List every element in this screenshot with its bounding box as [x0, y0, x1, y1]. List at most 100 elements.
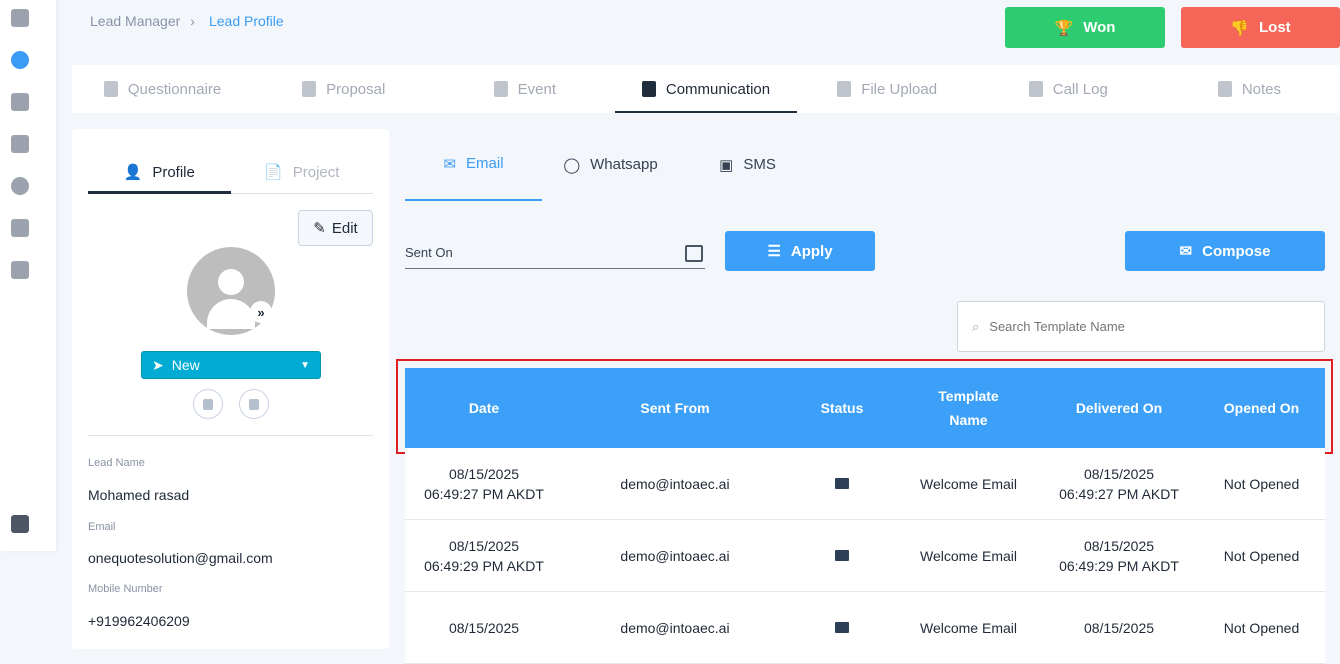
delete-button[interactable] [239, 389, 269, 419]
calendar-icon [493, 81, 508, 97]
search-icon: ⌕ [972, 318, 980, 334]
delivered-cell: 08/15/2025 06:49:29 PM AKDT [1040, 520, 1198, 591]
alarm-button[interactable] [193, 389, 223, 419]
envelope-icon: ✉ [443, 155, 457, 173]
search-input[interactable] [989, 319, 1290, 334]
tab-label: Project [292, 163, 340, 181]
clipboard-icon [641, 81, 656, 97]
monitor-icon[interactable] [11, 261, 29, 279]
tab-file-upload[interactable]: File Upload [797, 65, 978, 113]
table-row[interactable]: 08/15/2025 06:49:29 PM AKDT demo@intoaec.… [405, 520, 1325, 592]
clipboard-icon [302, 81, 317, 97]
tab-call-log[interactable]: Call Log [978, 65, 1159, 113]
field-label: Lead Name [88, 457, 145, 469]
phone-icon [1028, 81, 1043, 97]
status-dropdown[interactable]: ➤ New ▼ [141, 351, 321, 379]
lost-button[interactable]: 👎 Lost [1181, 7, 1340, 48]
chat-icon: ▣ [719, 156, 734, 174]
won-label: Won [1083, 19, 1116, 36]
template-cell: Welcome Email [920, 547, 1017, 564]
tab-sms[interactable]: ▣ SMS [679, 140, 816, 201]
clipboard-icon [103, 81, 118, 97]
apply-button[interactable]: ☰ Apply [725, 231, 875, 271]
tab-proposal[interactable]: Proposal [253, 65, 434, 113]
tab-label: Email [466, 155, 504, 172]
tab-profile[interactable]: 👤 Profile [88, 151, 231, 194]
calendar-icon[interactable] [685, 245, 703, 262]
sent-from-cell: demo@intoaec.ai [620, 475, 730, 492]
table-row[interactable]: 08/15/2025 06:49:27 PM AKDT demo@intoaec.… [405, 448, 1325, 520]
table-header: Date Sent From Status Template Name Deli… [405, 368, 1325, 448]
compose-label: Compose [1202, 242, 1271, 260]
status-cell [787, 520, 897, 591]
chevron-right-icon: › [190, 13, 195, 29]
date: 08/15/2025 [448, 619, 520, 636]
top-tabs: Questionnaire Proposal Event Communicati… [72, 65, 1340, 113]
lost-label: Lost [1259, 19, 1291, 36]
tab-notes[interactable]: Notes [1159, 65, 1340, 113]
date: 08/15/2025 [448, 537, 520, 554]
double-chevron-right-icon[interactable]: » [250, 301, 272, 323]
tab-questionnaire[interactable]: Questionnaire [72, 65, 253, 113]
tag-icon: ➤ [152, 356, 164, 373]
date: 08/15/2025 [448, 465, 520, 482]
date-cell: 08/15/2025 [405, 592, 563, 663]
layout-icon[interactable] [11, 515, 29, 533]
envelope-icon [835, 622, 849, 633]
caret-down-icon: ▼ [300, 359, 310, 371]
list-icon[interactable] [11, 219, 29, 237]
thumbs-down-icon: 👎 [1230, 19, 1249, 37]
compose-mail-icon: ✉ [1179, 243, 1193, 260]
tab-whatsapp[interactable]: ◯ Whatsapp [542, 140, 679, 201]
breadcrumb: Lead Manager › Lead Profile [90, 13, 284, 29]
date: 08/15/2025 [1083, 537, 1155, 554]
opened-cell: Not Opened [1223, 619, 1300, 636]
email-table: Date Sent From Status Template Name Deli… [405, 368, 1325, 664]
tab-email[interactable]: ✉ Email [405, 140, 542, 201]
opened-cell: Not Opened [1223, 475, 1300, 492]
calendar-icon[interactable] [11, 135, 29, 153]
date-cell: 08/15/2025 06:49:29 PM AKDT [405, 520, 563, 591]
edit-label: Edit [331, 219, 358, 237]
status-cell [787, 592, 897, 663]
sent-on-date-field[interactable]: Sent On [405, 237, 705, 269]
whatsapp-icon: ◯ [563, 156, 581, 174]
search-template-field: ⌕ [957, 301, 1325, 352]
alarm-icon [203, 398, 213, 410]
lead-name-value: Mohamed rasad [88, 487, 190, 503]
tab-label: Event [517, 80, 557, 98]
team-icon[interactable] [11, 93, 29, 111]
won-button[interactable]: 🏆 Won [1005, 7, 1165, 48]
sliders-icon: ☰ [767, 243, 781, 260]
email-value: onequotesolution@gmail.com [88, 550, 273, 566]
leads-icon[interactable] [11, 51, 29, 69]
compose-button[interactable]: ✉ Compose [1125, 231, 1325, 271]
edit-button[interactable]: ✎ Edit [298, 210, 373, 246]
template-cell: Welcome Email [920, 475, 1017, 492]
table-row[interactable]: 08/15/2025 demo@intoaec.ai Welcome Email… [405, 592, 1325, 664]
status-cell [787, 448, 897, 519]
tab-event[interactable]: Event [434, 65, 615, 113]
dashboard-icon[interactable] [11, 9, 29, 27]
channel-tabs: ✉ Email ◯ Whatsapp ▣ SMS [405, 140, 816, 201]
status-value: New [171, 357, 200, 373]
tab-label: Profile [152, 163, 195, 181]
plus-box-icon [837, 81, 852, 97]
network-icon[interactable] [11, 177, 29, 195]
date: 08/15/2025 [1083, 619, 1155, 636]
field-label: Mobile Number [88, 583, 163, 595]
sent-on-label: Sent On [405, 245, 453, 260]
breadcrumb-parent[interactable]: Lead Manager [90, 13, 180, 29]
tab-communication[interactable]: Communication [615, 65, 797, 113]
opened-cell: Not Opened [1223, 547, 1300, 564]
time: 06:49:27 PM AKDT [424, 485, 544, 502]
trophy-icon: 🏆 [1054, 19, 1074, 37]
tab-label: SMS [743, 156, 776, 173]
tab-project[interactable]: 📄 Project [231, 151, 374, 193]
envelope-icon [835, 550, 849, 561]
delivered-cell: 08/15/2025 06:49:27 PM AKDT [1040, 448, 1198, 519]
col-date: Date [468, 400, 500, 416]
col-sent-from: Sent From [640, 400, 710, 416]
project-icon: 📄 [264, 164, 283, 181]
sent-from-cell: demo@intoaec.ai [620, 547, 730, 564]
